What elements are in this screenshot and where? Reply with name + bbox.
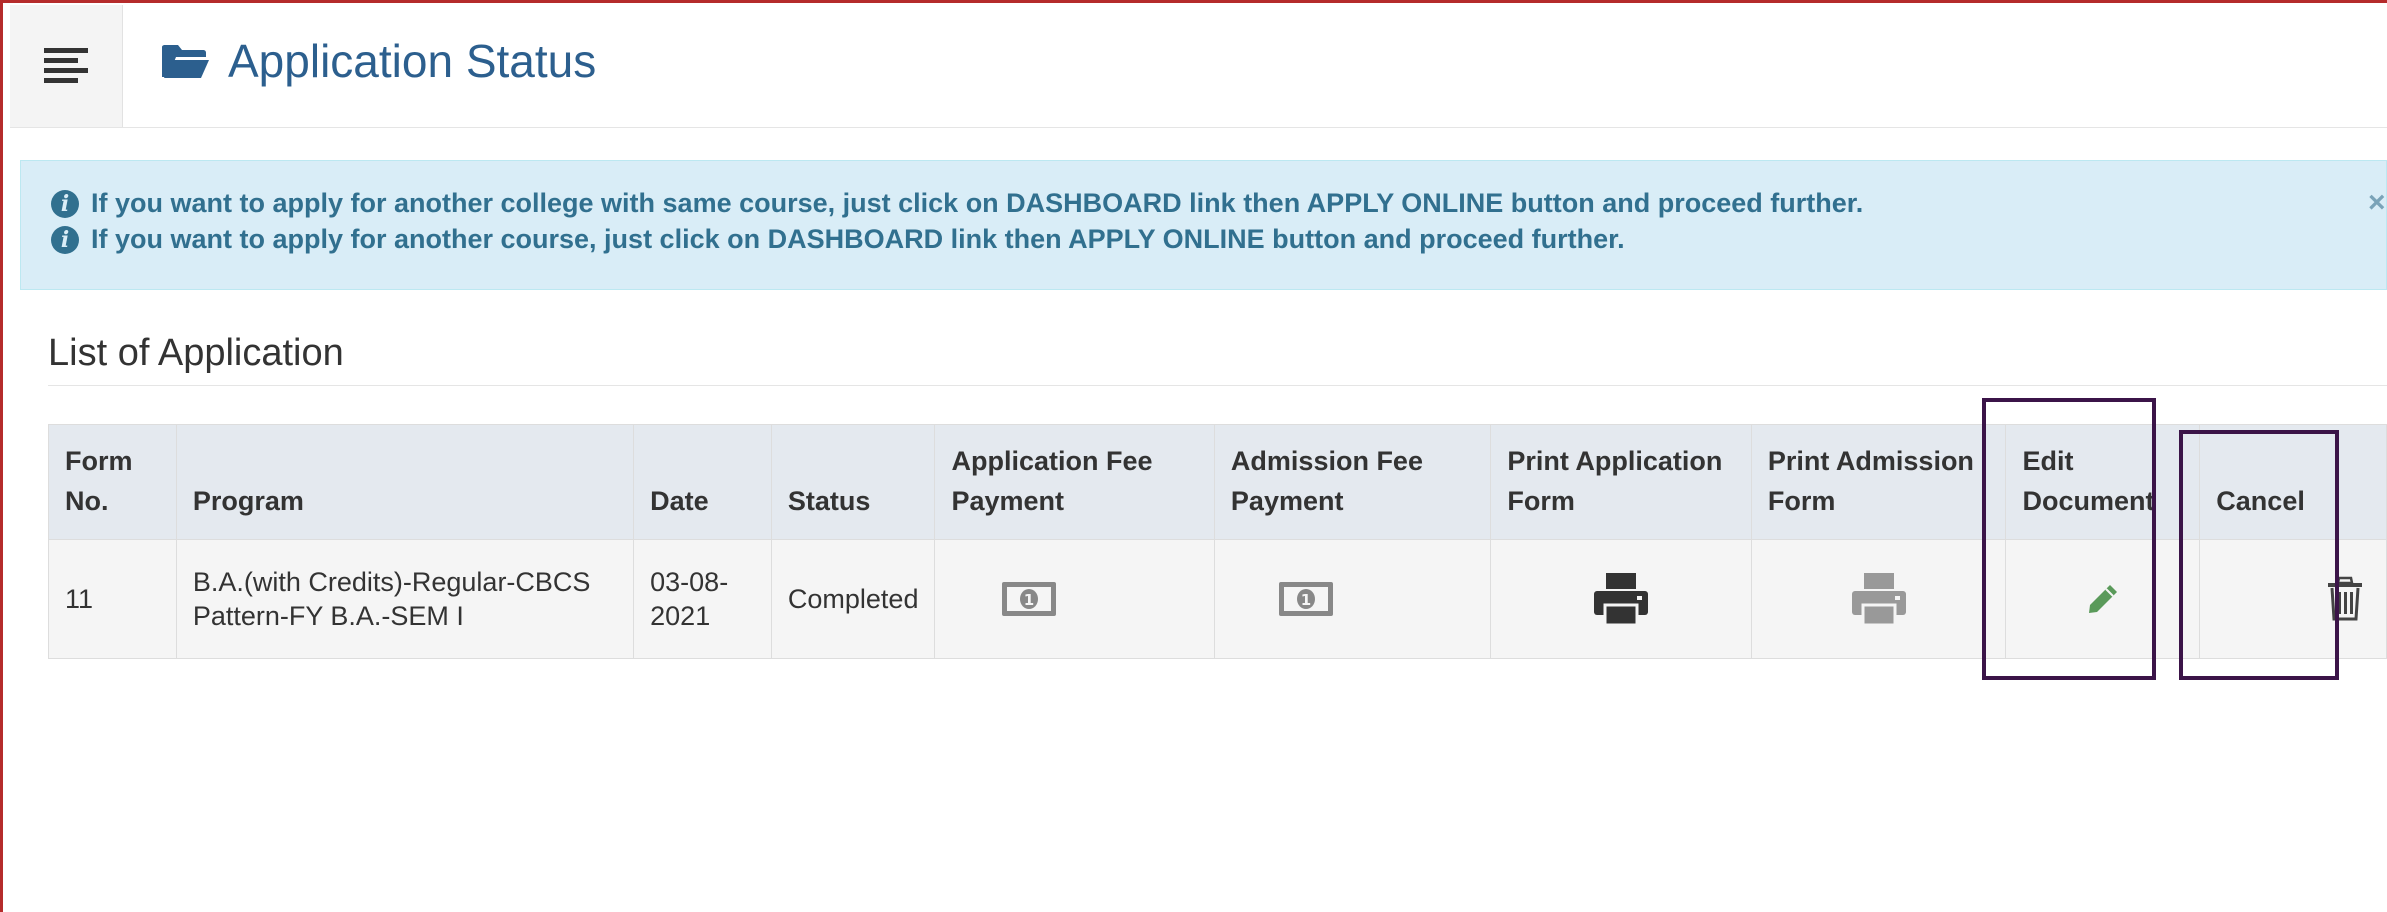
column-header-status: Status [770,424,936,540]
cell-print-application [1490,539,1752,659]
section-title: List of Application [48,332,344,374]
application-fee-payment-button[interactable]: 1 [951,581,1197,617]
info-circle-icon: i [51,189,79,218]
table-row: 11 B.A.(with Credits)-Regular-CBCS Patte… [48,539,2387,659]
svg-text:1: 1 [1024,591,1034,609]
alert-line: i If you want to apply for another colle… [51,188,1863,219]
column-header-print-admission: Print Admission Form [1750,424,2007,540]
column-header-print-application: Print Application Form [1490,424,1752,540]
column-header-application-fee: Application Fee Payment [934,424,1215,540]
alert-text: If you want to apply for another course,… [91,224,1625,254]
column-header-cancel: Cancel [2199,424,2387,540]
page-title: Application Status [228,35,597,87]
alert-text: If you want to apply for another college… [91,188,1864,218]
cell-cancel [2199,539,2387,659]
pencil-icon [2088,585,2117,613]
cancel-application-button[interactable] [2216,576,2370,622]
sidebar-toggle-button[interactable] [10,5,123,127]
table-header-row: Form No. Program Date Status Application… [48,424,2387,540]
hamburger-icon [44,48,88,83]
cell-edit-document [2005,539,2201,659]
column-header-form-no: Form No. [48,424,177,540]
edit-document-button[interactable] [2022,582,2183,616]
page-header: Application Status [160,33,596,89]
printer-icon [1851,573,1906,627]
alert-close-button[interactable]: × [2368,186,2386,220]
svg-text:1: 1 [1301,591,1311,609]
column-header-program: Program [175,424,635,540]
column-header-date: Date [633,424,772,540]
applications-table: Form No. Program Date Status Application… [48,424,2387,659]
money-icon: 1 [1278,582,1333,616]
cell-print-admission [1750,539,2007,659]
info-alert: i If you want to apply for another colle… [20,160,2387,290]
cell-date: 03-08-2021 [633,539,772,659]
printer-icon [1594,573,1649,627]
column-header-admission-fee: Admission Fee Payment [1213,424,1492,540]
alert-line: i If you want to apply for another cours… [51,224,1625,255]
top-bar: Application Status [10,5,2387,128]
cell-application-fee: 1 [934,539,1215,659]
trash-icon [2328,576,2362,621]
print-application-button[interactable] [1507,571,1735,627]
cell-program: B.A.(with Credits)-Regular-CBCS Pattern-… [175,539,635,659]
cell-status: Completed [770,539,936,659]
section-divider [48,385,2387,386]
info-circle-icon: i [51,225,79,254]
print-admission-button[interactable] [1768,571,1990,627]
admission-fee-payment-button[interactable]: 1 [1231,581,1474,617]
folder-open-icon [162,45,209,78]
money-icon: 1 [1002,582,1057,616]
cell-admission-fee: 1 [1213,539,1492,659]
column-header-edit-document: Edit Document [2005,424,2201,540]
cell-form-no: 11 [48,539,177,659]
